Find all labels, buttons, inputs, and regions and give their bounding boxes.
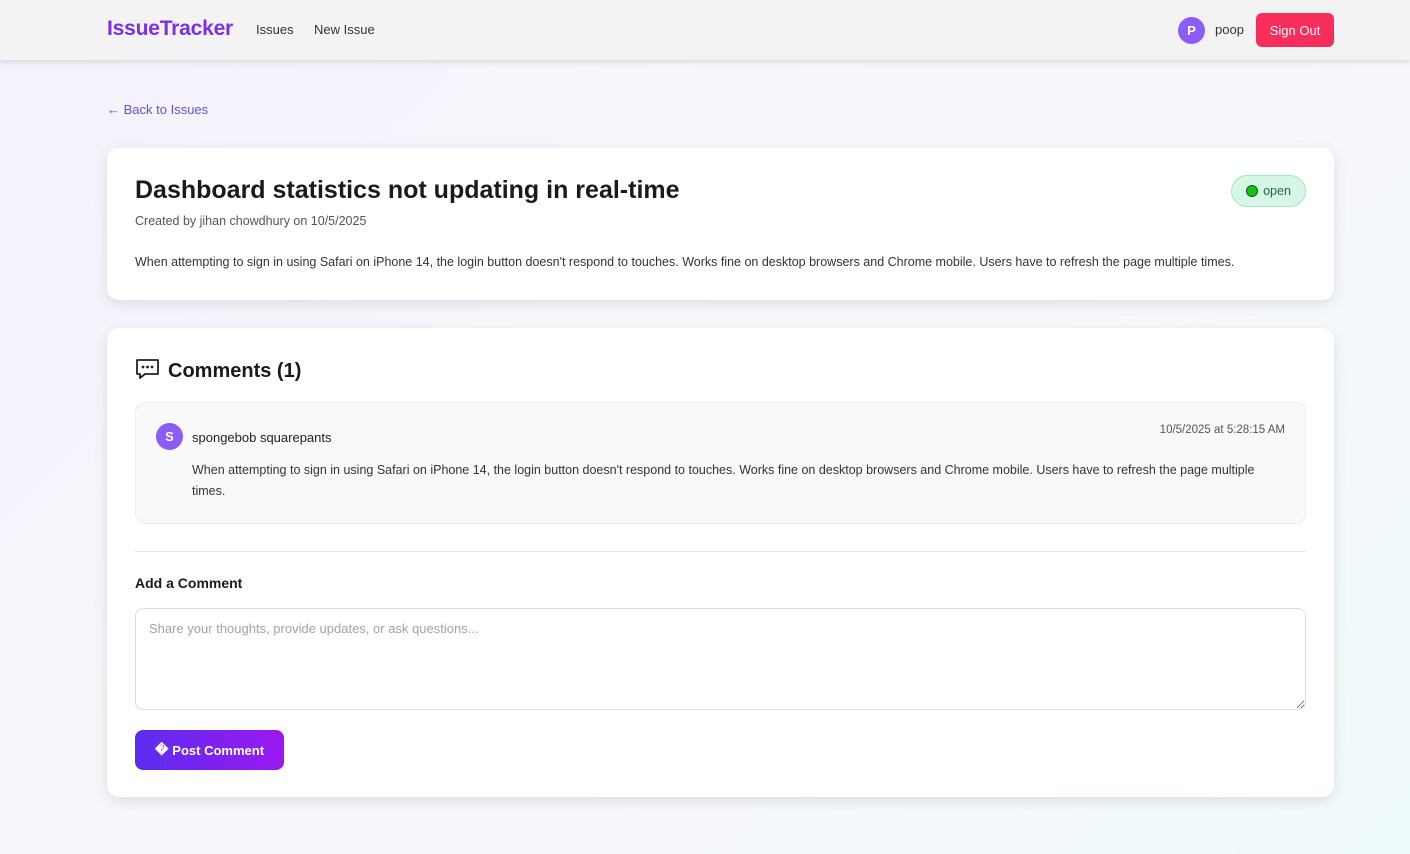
comment-input[interactable]	[135, 608, 1306, 710]
chat-bubble-icon	[135, 358, 160, 385]
top-navbar: IssueTracker Issues New Issue P poop Sig…	[0, 0, 1410, 60]
issue-title: Dashboard statistics not updating in rea…	[135, 176, 680, 204]
add-comment-label: Add a Comment	[135, 575, 243, 591]
comment-text: When attempting to sign in using Safari …	[192, 463, 1255, 498]
nav-link-new-issue[interactable]: New Issue	[314, 22, 375, 37]
post-comment-label: Post Comment	[172, 742, 265, 758]
comment-author: spongebob squarepants	[192, 430, 332, 445]
post-comment-button[interactable]: � Post Comment	[135, 730, 284, 770]
issue-card: Dashboard statistics not updating in rea…	[107, 148, 1334, 300]
nav-link-issues[interactable]: Issues	[256, 22, 294, 37]
back-to-issues-link[interactable]: ← Back to Issues	[107, 102, 208, 117]
status-label: open	[1263, 184, 1291, 198]
comments-heading: Comments (1)	[135, 358, 301, 385]
comments-card: Comments (1) S spongebob squarepants 10/…	[107, 328, 1334, 797]
user-avatar: P	[1178, 17, 1205, 44]
comment-timestamp: 10/5/2025 at 5:28:15 AM	[1159, 424, 1285, 436]
issue-description: When attempting to sign in using Safari …	[135, 255, 1235, 269]
status-dot-icon	[1246, 185, 1259, 197]
divider	[135, 551, 1306, 552]
status-badge: open	[1231, 175, 1306, 207]
user-name: poop	[1215, 22, 1244, 37]
send-icon: �	[154, 742, 169, 757]
brand-logo[interactable]: IssueTracker	[107, 17, 233, 41]
comments-title: Comments (1)	[168, 360, 302, 382]
sign-out-button[interactable]: Sign Out	[1256, 13, 1334, 47]
issue-meta: Created by jihan chowdhury on 10/5/2025	[135, 214, 367, 228]
comment-avatar: S	[156, 423, 183, 450]
comment-item: S spongebob squarepants 10/5/2025 at 5:2…	[135, 402, 1306, 524]
